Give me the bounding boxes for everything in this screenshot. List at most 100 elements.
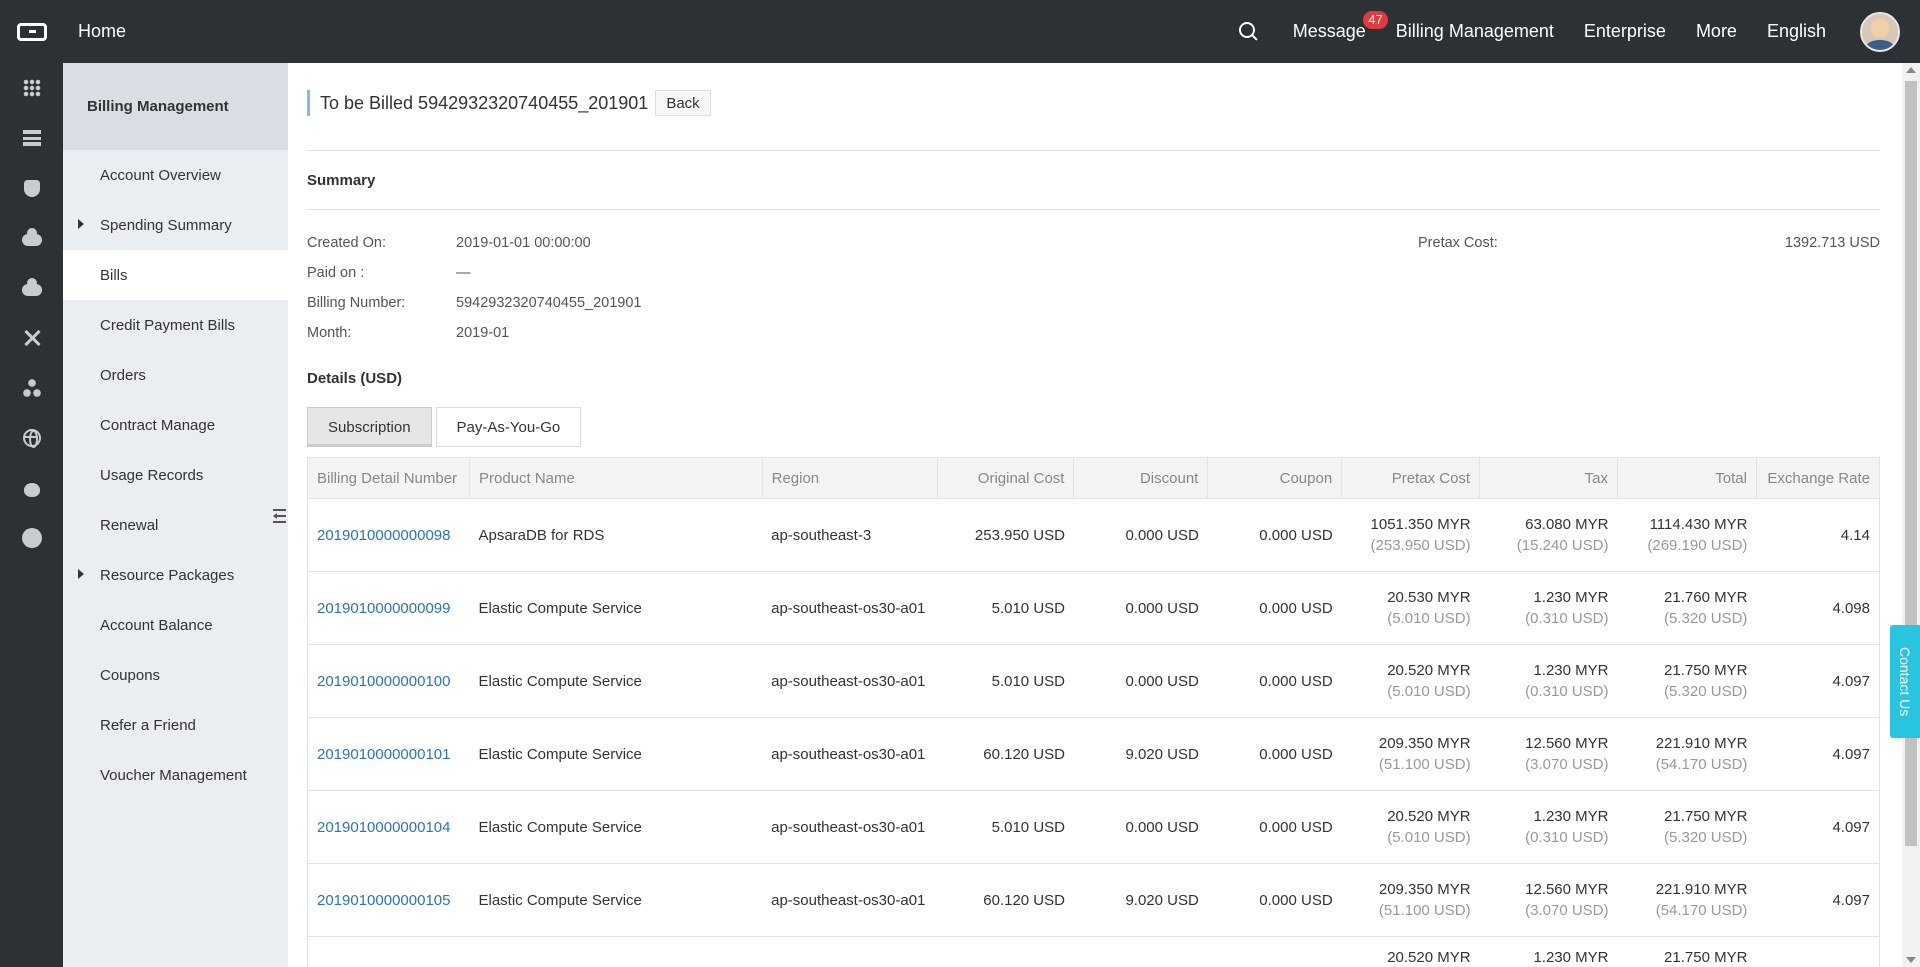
- tax-myr: 12.560 MYR: [1525, 735, 1609, 752]
- tax-cell: 12.560 MYR (3.070 USD): [1479, 863, 1618, 937]
- tax-usd: (15.240 USD): [1516, 537, 1609, 554]
- product-name-cell: Elastic Compute Service: [469, 717, 763, 791]
- sidebar-item-refer-a-friend[interactable]: Refer a Friend: [63, 700, 288, 750]
- sidebar-item-label: Bills: [100, 266, 128, 284]
- more-link[interactable]: More: [1696, 21, 1737, 42]
- server-icon[interactable]: [0, 113, 63, 163]
- sidebar-item-renewal[interactable]: Renewal: [63, 500, 288, 550]
- logo-icon[interactable]: [0, 0, 63, 63]
- tax-usd: (0.310 USD): [1525, 610, 1609, 627]
- pretax-myr: 20.520 MYR: [1341, 936, 1480, 967]
- original-cost-cell: 5.010 USD: [937, 790, 1074, 864]
- sidebar-item-label: Voucher Management: [100, 766, 247, 784]
- sidebar-item-label: Account Overview: [100, 166, 221, 184]
- pretax-usd: (5.010 USD): [1387, 829, 1471, 846]
- tax-usd: (0.310 USD): [1525, 829, 1609, 846]
- product-name-cell: Elastic Compute Service: [469, 790, 763, 864]
- search-icon[interactable]: [1238, 21, 1260, 43]
- nodes-icon[interactable]: [0, 363, 63, 413]
- discount-cell: 9.020 USD: [1073, 717, 1208, 791]
- back-button[interactable]: Back: [655, 90, 711, 116]
- tax-cell: 1.230 MYR (0.310 USD): [1479, 644, 1618, 718]
- billing-management-link[interactable]: Billing Management: [1396, 21, 1554, 42]
- column-header-coupon: Coupon: [1207, 457, 1343, 499]
- shield-icon[interactable]: [0, 163, 63, 213]
- scroll-up-arrow-icon[interactable]: [1906, 67, 1916, 73]
- table-row: 2019010000000098 ApsaraDB for RDS ap-sou…: [307, 498, 1880, 572]
- sidebar-item-contract-manage[interactable]: Contract Manage: [63, 400, 288, 450]
- sidebar-collapse-button[interactable]: [270, 491, 288, 541]
- exchange-rate-cell: 4.097: [1756, 644, 1880, 718]
- total-cell: 221.910 MYR (54.170 USD): [1617, 863, 1757, 937]
- bug-icon[interactable]: [0, 463, 63, 513]
- sidebar-item-spending-summary[interactable]: Spending Summary: [63, 200, 288, 250]
- message-link[interactable]: Message 47: [1293, 11, 1388, 42]
- sidebar-item-voucher-management[interactable]: Voucher Management: [63, 750, 288, 800]
- contact-us-button[interactable]: Contact Us: [1890, 625, 1920, 738]
- sidebar-item-account-overview[interactable]: Account Overview: [63, 150, 288, 200]
- tax-usd: (3.070 USD): [1525, 902, 1609, 919]
- total-usd: (54.170 USD): [1655, 902, 1748, 919]
- billing-detail-number-link[interactable]: 2019010000000104: [317, 819, 450, 836]
- table-row: 2019010000000099 Elastic Compute Service…: [307, 571, 1880, 645]
- sidebar-item-usage-records[interactable]: Usage Records: [63, 450, 288, 500]
- sidebar-item-label: Usage Records: [100, 466, 204, 484]
- billing-detail-number-link[interactable]: 2019010000000100: [317, 673, 450, 690]
- sidebar-item-resource-packages[interactable]: Resource Packages: [63, 550, 288, 600]
- sidebar-item-bills[interactable]: Bills: [63, 250, 288, 300]
- column-header-billing-detail-number: Billing Detail Number: [307, 457, 470, 499]
- grid-icon[interactable]: [0, 63, 63, 113]
- coupon-cell: 0.000 USD: [1207, 790, 1342, 864]
- column-header-total: Total: [1617, 457, 1757, 499]
- exchange-rate-cell: 4.098: [1756, 571, 1880, 645]
- sidebar-item-label: Contract Manage: [100, 416, 216, 434]
- scroll-down-arrow-icon[interactable]: [1906, 957, 1916, 963]
- sidebar-item-label: Refer a Friend: [100, 716, 196, 734]
- caret-right-icon: [78, 569, 84, 579]
- billing-detail-number-link[interactable]: 2019010000000101: [317, 746, 450, 763]
- billing-detail-number-link[interactable]: 2019010000000105: [317, 892, 450, 909]
- total-cell: 1114.430 MYR (269.190 USD): [1617, 498, 1757, 572]
- sidebar-item-coupons[interactable]: Coupons: [63, 650, 288, 700]
- billing-detail-number-link[interactable]: 2019010000000098: [317, 527, 450, 544]
- pretax-myr: 20.530 MYR: [1387, 589, 1471, 606]
- paid-on-label: Paid on :: [307, 265, 365, 281]
- language-link[interactable]: English: [1767, 21, 1826, 42]
- tax-myr: 12.560 MYR: [1525, 881, 1609, 898]
- enterprise-link[interactable]: Enterprise: [1584, 21, 1666, 42]
- product-name-cell: Elastic Compute Service: [469, 571, 763, 645]
- billing-number-value: 5942932320740455_201901: [456, 295, 642, 311]
- sidebar-item-orders[interactable]: Orders: [63, 350, 288, 400]
- page-title: To be Billed 5942932320740455_201901: [320, 92, 649, 113]
- coupon-cell: 0.000 USD: [1207, 498, 1342, 572]
- home-link[interactable]: Home: [78, 21, 126, 42]
- column-header-discount: Discount: [1073, 457, 1209, 499]
- column-header-original-cost: Original Cost: [936, 457, 1075, 499]
- cloud-upload-icon[interactable]: [0, 263, 63, 313]
- tab-subscription[interactable]: Subscription: [307, 407, 432, 447]
- total-usd: (5.320 USD): [1664, 610, 1748, 627]
- billing-detail-number-link[interactable]: 2019010000000099: [317, 600, 450, 617]
- page-scrollbar[interactable]: [1902, 63, 1920, 967]
- original-cost-cell: 60.120 USD: [937, 863, 1074, 937]
- tax-myr: 1.230 MYR: [1533, 589, 1609, 606]
- tab-pay-as-you-go[interactable]: Pay-As-You-Go: [435, 407, 582, 447]
- pretax-myr: 20.520 MYR: [1387, 662, 1471, 679]
- summary-title: Summary: [307, 172, 376, 189]
- total-myr: 21.750 MYR: [1664, 808, 1748, 825]
- table-row-partial: 20.520 MYR 1.230 MYR 21.750 MYR: [307, 936, 1880, 967]
- sidebar-item-account-balance[interactable]: Account Balance: [63, 600, 288, 650]
- main-content: To be Billed 5942932320740455_201901 Bac…: [307, 63, 1881, 967]
- pretax-cost-cell: 209.350 MYR (51.100 USD): [1341, 863, 1480, 937]
- total-cell: 221.910 MYR (54.170 USD): [1617, 717, 1757, 791]
- sidebar-item-credit-payment-bills[interactable]: Credit Payment Bills: [63, 300, 288, 350]
- circle-icon[interactable]: [0, 513, 63, 563]
- discount-cell: 0.000 USD: [1073, 790, 1208, 864]
- globe-icon[interactable]: [0, 413, 63, 463]
- avatar[interactable]: [1860, 11, 1900, 52]
- product-name-cell: ApsaraDB for RDS: [469, 498, 763, 572]
- cloud-icon[interactable]: [0, 213, 63, 263]
- total-usd: (54.170 USD): [1655, 756, 1748, 773]
- cross-icon[interactable]: [0, 313, 63, 363]
- original-cost-cell: 60.120 USD: [937, 717, 1074, 791]
